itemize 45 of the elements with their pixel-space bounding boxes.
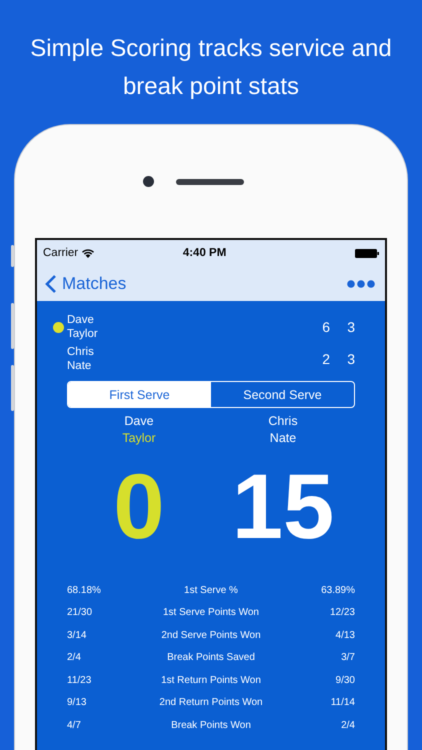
stat-value: 9/30: [334, 674, 355, 686]
speaker-icon: [176, 178, 244, 184]
headline: Simple Scoring tracks service and break point stats: [29, 34, 393, 102]
stat-value: 12/23: [328, 607, 355, 618]
stat-label: 1st Serve %: [183, 584, 239, 596]
set-score: 6: [321, 319, 330, 335]
player-first-name: Chris: [268, 413, 298, 430]
set-score: 2: [321, 351, 330, 367]
stat-value: 11/23: [67, 674, 92, 686]
more-icon[interactable]: [347, 280, 375, 288]
stat-value: 9/13: [67, 697, 88, 708]
stat-label: 1st Serve Points Won: [162, 607, 260, 618]
serve-tab[interactable]: First Serve: [68, 382, 211, 407]
carrier-label: Carrier: [43, 247, 78, 259]
stat-label: 2nd Serve Points Won: [160, 630, 262, 641]
stat-label: Break Points Won: [170, 720, 252, 731]
back-chevron-icon: [45, 274, 57, 294]
battery-icon: [354, 248, 379, 258]
camera-icon: [142, 176, 154, 187]
stat-value: 11/14: [330, 697, 355, 708]
stat-value: 68.18%: [67, 584, 102, 596]
player-first-name: Dave: [124, 413, 154, 430]
set-score: 3: [346, 319, 355, 335]
game-points: 15: [232, 457, 334, 557]
serve-tab[interactable]: Second Serve: [211, 382, 354, 407]
stat-label: Break Points Saved: [166, 652, 256, 664]
player-name: Dave Taylor: [67, 313, 99, 341]
stat-value: 63.89%: [320, 584, 355, 596]
stat-value: 2/4: [340, 720, 355, 731]
stat-value: 21/30: [67, 607, 94, 618]
stat-value: 4/13: [334, 630, 355, 641]
stat-value: 3/7: [340, 652, 355, 664]
back-button[interactable]: Matches: [45, 274, 126, 294]
stat-value: 2/4: [67, 652, 82, 664]
game-points: 0: [113, 457, 165, 557]
stat-value: 4/7: [67, 720, 82, 731]
status-time: 4:40 PM: [182, 247, 226, 259]
player-last-name: Taylor: [122, 430, 156, 447]
wifi-icon: [82, 248, 94, 258]
stat-label: 2nd Return Points Won: [158, 697, 264, 708]
player-last-name: Nate: [270, 430, 296, 447]
stat-label: 1st Return Points Won: [160, 674, 262, 686]
stat-value: 3/14: [67, 630, 88, 641]
player-name: Chris Nate: [67, 345, 95, 373]
set-score: 3: [346, 351, 355, 367]
